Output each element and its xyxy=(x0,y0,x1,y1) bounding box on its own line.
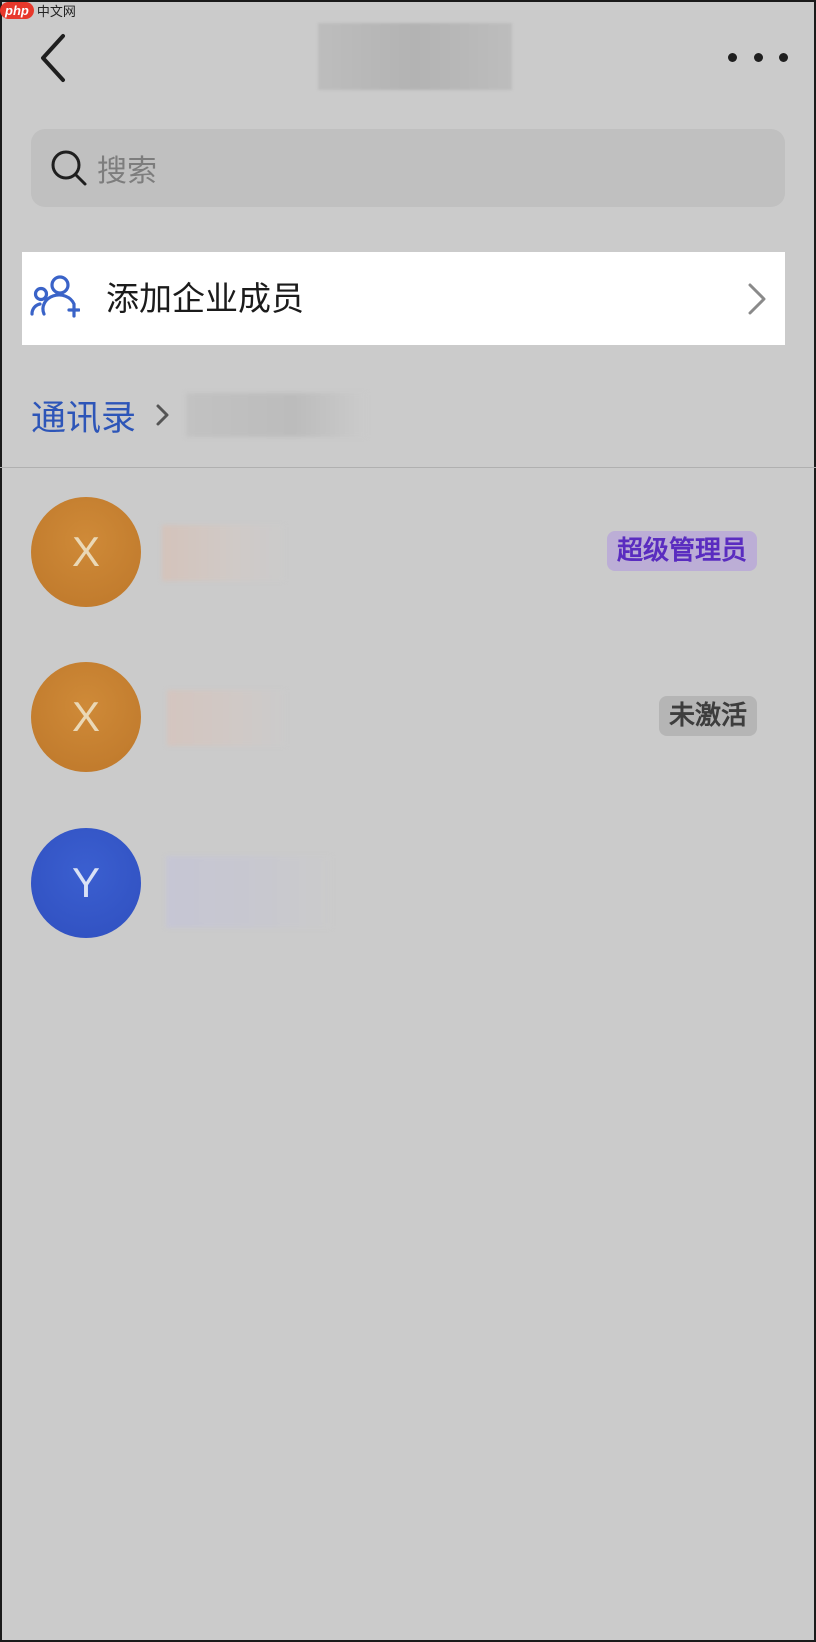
avatar: Y xyxy=(31,828,141,938)
breadcrumb-current xyxy=(186,393,367,437)
divider xyxy=(0,467,816,468)
screen-frame xyxy=(0,0,816,1642)
avatar: X xyxy=(31,497,141,607)
search-icon xyxy=(49,148,89,188)
chevron-left-icon xyxy=(41,34,65,82)
search-placeholder: 搜索 xyxy=(97,154,157,189)
watermark: php 中文网 xyxy=(0,0,76,20)
member-name xyxy=(167,690,285,746)
page-title xyxy=(318,23,512,90)
member-name xyxy=(162,525,284,581)
add-member-label: 添加企业成员 xyxy=(106,279,304,318)
add-member-row[interactable]: 添加企业成员 xyxy=(22,252,785,345)
chevron-right-icon xyxy=(748,283,766,315)
watermark-text: 中文网 xyxy=(36,4,76,20)
breadcrumb: 通讯录 xyxy=(31,385,367,445)
breadcrumb-root-link[interactable]: 通讯录 xyxy=(31,390,136,441)
more-dots-icon xyxy=(728,52,737,62)
member-name xyxy=(166,856,331,928)
more-dots-icon xyxy=(779,52,788,62)
member-row[interactable]: X 未激活 xyxy=(0,662,816,792)
avatar: X xyxy=(31,662,141,772)
more-button[interactable] xyxy=(728,40,788,74)
member-row[interactable]: Y xyxy=(0,828,816,958)
back-button[interactable] xyxy=(32,26,76,90)
more-dots-icon xyxy=(753,52,763,62)
add-user-icon xyxy=(30,275,80,318)
inactive-badge: 未激活 xyxy=(658,696,757,736)
member-row[interactable]: X 超级管理员 xyxy=(0,497,816,627)
watermark-logo: php xyxy=(0,1,34,19)
admin-badge: 超级管理员 xyxy=(606,531,757,571)
chevron-right-icon xyxy=(148,395,176,435)
top-nav-bar xyxy=(0,0,816,120)
search-input[interactable]: 搜索 xyxy=(31,129,785,207)
